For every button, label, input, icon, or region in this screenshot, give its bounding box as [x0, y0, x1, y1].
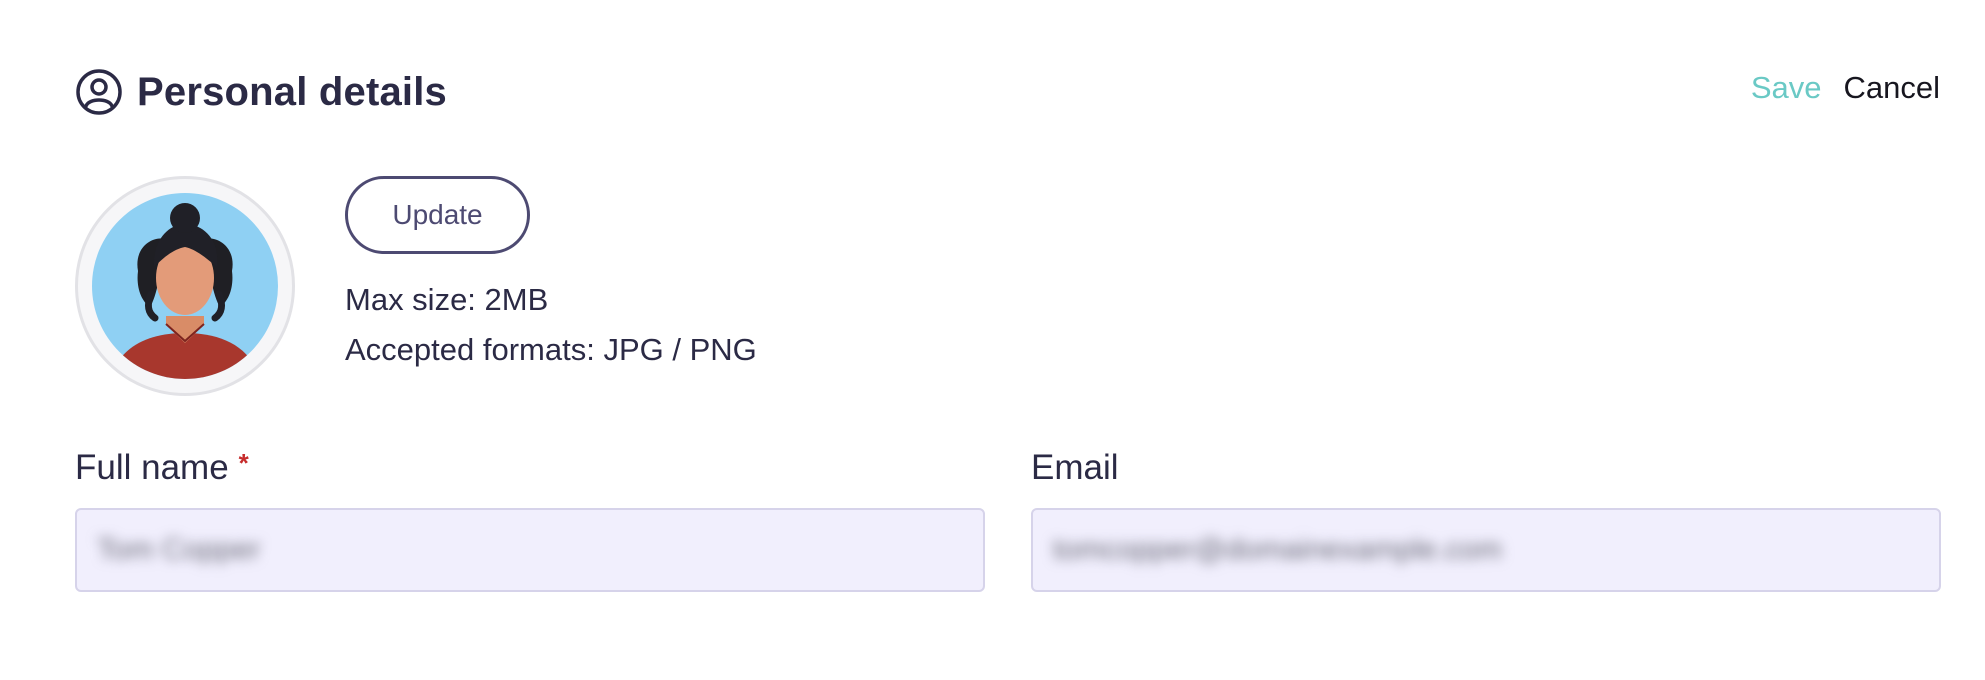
email-label-text: Email: [1031, 448, 1119, 487]
cancel-button[interactable]: Cancel: [1844, 70, 1941, 106]
header-actions: Save Cancel: [1751, 60, 1940, 116]
user-circle-icon: [75, 68, 123, 116]
avatar-section: Update Max size: 2MB Accepted formats: J…: [75, 176, 975, 406]
title-group: Personal details: [75, 60, 447, 124]
save-button[interactable]: Save: [1751, 70, 1822, 106]
update-avatar-button[interactable]: Update: [345, 176, 530, 254]
avatar: [75, 176, 295, 396]
upload-info: Update Max size: 2MB Accepted formats: J…: [345, 176, 757, 371]
accepted-formats-hint: Accepted formats: JPG / PNG: [345, 332, 757, 368]
email-input[interactable]: [1033, 510, 1939, 590]
email-input-container: [1031, 508, 1941, 592]
full-name-input[interactable]: [77, 510, 983, 590]
max-size-hint: Max size: 2MB: [345, 282, 549, 317]
full-name-field: Full name *: [75, 450, 985, 592]
full-name-input-container: [75, 508, 985, 592]
full-name-label: Full name *: [75, 450, 985, 485]
email-label: Email: [1031, 450, 1941, 485]
full-name-label-text: Full name: [75, 448, 229, 487]
email-field: Email: [1031, 450, 1941, 592]
page-title: Personal details: [137, 69, 447, 114]
required-marker: *: [238, 448, 249, 478]
page-header: Personal details Save Cancel: [75, 60, 1940, 124]
